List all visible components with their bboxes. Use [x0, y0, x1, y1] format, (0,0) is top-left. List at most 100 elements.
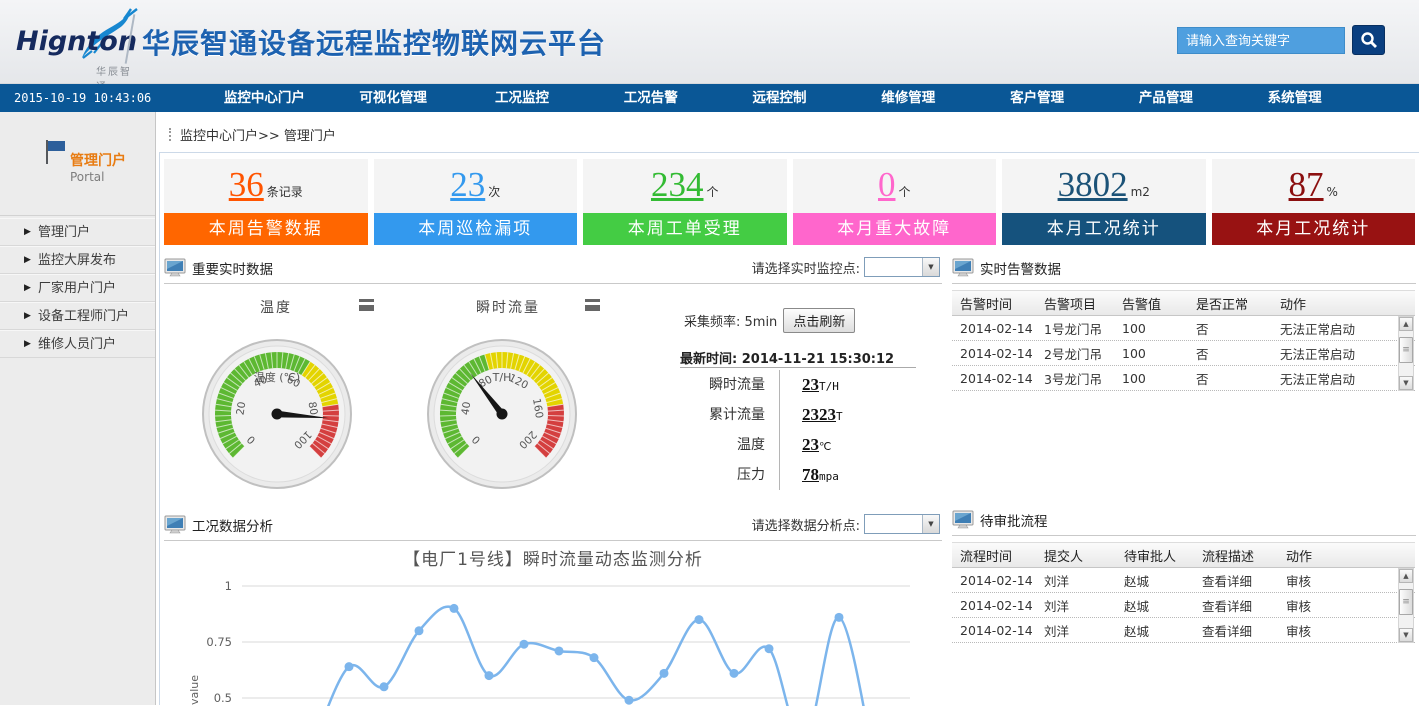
- gauge-title-temperature: 温度: [260, 297, 292, 317]
- nav-item-remote-control[interactable]: 远程控制: [715, 84, 844, 112]
- scrollbar-thumb[interactable]: ≡: [1399, 337, 1413, 363]
- sidebar-item-admin-portal[interactable]: ▶管理门户: [0, 218, 155, 246]
- stat-value-link[interactable]: 36: [229, 165, 264, 204]
- scrollbar-thumb[interactable]: ≡: [1399, 589, 1413, 615]
- stat-value-link[interactable]: 87: [1289, 165, 1324, 204]
- scroll-down-icon[interactable]: ▼: [1399, 628, 1413, 642]
- stat-label: 本月工况统计: [1002, 213, 1206, 245]
- svg-text:40: 40: [459, 401, 473, 416]
- stat-value-link[interactable]: 3802: [1058, 165, 1128, 204]
- portal-header: 管理门户 Portal: [0, 112, 155, 216]
- breadcrumb-icon: [169, 128, 173, 141]
- search-input[interactable]: [1177, 27, 1345, 54]
- stat-value-link[interactable]: 23: [450, 165, 485, 204]
- approve-link[interactable]: 审核: [1286, 596, 1415, 615]
- chevron-down-icon[interactable]: ▼: [922, 515, 939, 533]
- nav-item-condition-alarm[interactable]: 工况告警: [586, 84, 715, 112]
- caret-right-icon: ▶: [24, 275, 31, 302]
- svg-text:温度 (℃): 温度 (℃): [254, 370, 300, 384]
- approval-table-header: 流程时间提交人待审批人流程描述动作: [952, 542, 1415, 568]
- analysis-select-label: 请选择数据分析点:: [752, 515, 860, 534]
- sidebar-item-vendor-portal[interactable]: ▶厂家用户门户: [0, 274, 155, 302]
- monitor-icon: [952, 510, 974, 530]
- stat-card-monthly-failures: 0个 本月重大故障: [793, 159, 997, 245]
- sidebar: 管理门户 Portal ▶管理门户 ▶监控大屏发布 ▶厂家用户门户 ▶设备工程师…: [0, 112, 156, 705]
- approve-link[interactable]: 审核: [1286, 621, 1415, 640]
- nav-item-maintenance[interactable]: 维修管理: [844, 84, 973, 112]
- realtime-select-label: 请选择实时监控点:: [752, 258, 860, 277]
- caret-right-icon: ▶: [24, 219, 31, 246]
- svg-text:80: 80: [306, 401, 320, 416]
- view-detail-link[interactable]: 查看详细: [1202, 571, 1286, 590]
- search-button[interactable]: [1352, 25, 1385, 55]
- analysis-point-select[interactable]: ▼: [864, 514, 940, 534]
- logo-text: Hignton: [16, 26, 137, 57]
- alarm-table: 告警时间告警项目告警值是否正常动作 2014-02-141号龙门吊100否无法正…: [952, 290, 1415, 391]
- nav-item-system[interactable]: 系统管理: [1230, 84, 1359, 112]
- alarm-section-title: 实时告警数据: [980, 258, 1061, 278]
- realtime-section-title: 重要实时数据: [192, 258, 273, 278]
- nav-item-condition-monitor[interactable]: 工况监控: [458, 84, 587, 112]
- scroll-down-icon[interactable]: ▼: [1399, 376, 1413, 390]
- stat-label: 本周工单受理: [583, 213, 787, 245]
- flag-icon: [42, 138, 68, 166]
- analysis-section-title: 工况数据分析: [192, 515, 273, 535]
- main-nav: 2015-10-19 10:43:06 监控中心门户 可视化管理 工况监控 工况…: [0, 84, 1419, 112]
- stat-value-link[interactable]: 234: [651, 165, 704, 204]
- sidebar-item-repair-portal[interactable]: ▶维修人员门户: [0, 330, 155, 358]
- view-detail-link[interactable]: 查看详细: [1202, 621, 1286, 640]
- realtime-section-header: 重要实时数据 请选择实时监控点: ▼: [164, 253, 942, 284]
- approval-table-scrollbar[interactable]: ▲ ≡ ▼: [1398, 568, 1414, 643]
- stat-card-weekly-alarms: 36条记录 本周告警数据: [164, 159, 368, 245]
- portal-subtitle: Portal: [70, 170, 104, 184]
- approval-section-title: 待审批流程: [980, 510, 1048, 530]
- readings-table: 瞬时流量23T/H 累计流量2323T 温度23℃ 压力78mpa: [680, 367, 916, 490]
- stat-card-weekly-inspection: 23次 本周巡检漏项: [374, 159, 578, 245]
- portal-title: 管理门户: [70, 150, 126, 170]
- chart-title: 【电厂1号线】瞬时流量动态监测分析: [164, 545, 942, 570]
- caret-right-icon: ▶: [24, 331, 31, 358]
- sidebar-item-engineer-portal[interactable]: ▶设备工程师门户: [0, 302, 155, 330]
- monitor-icon: [164, 515, 186, 535]
- approve-link[interactable]: 审核: [1286, 571, 1415, 590]
- nav-item-visualization[interactable]: 可视化管理: [329, 84, 458, 112]
- alarm-table-row: 2014-02-142号龙门吊100否无法正常启动: [952, 341, 1415, 366]
- alarm-table-row: 2014-02-141号龙门吊100否无法正常启动: [952, 316, 1415, 341]
- scroll-up-icon[interactable]: ▲: [1399, 317, 1413, 331]
- sidebar-item-big-screen[interactable]: ▶监控大屏发布: [0, 246, 155, 274]
- stats-row: 36条记录 本周告警数据 23次 本周巡检漏项 234个 本周工单受理 0个 本…: [164, 159, 1415, 245]
- stat-card-monthly-condition-pct: 87% 本月工况统计: [1212, 159, 1416, 245]
- nav-item-monitor-center[interactable]: 监控中心门户: [200, 84, 329, 112]
- approval-section-header: 待审批流程: [952, 505, 1416, 536]
- chevron-down-icon[interactable]: ▼: [922, 258, 939, 276]
- scroll-up-icon[interactable]: ▲: [1399, 569, 1413, 583]
- alarm-table-header: 告警时间告警项目告警值是否正常动作: [952, 290, 1415, 316]
- flow-line-chart: 10.750.5value: [164, 569, 916, 710]
- svg-text:T/H: T/H: [492, 371, 512, 384]
- nav-item-products[interactable]: 产品管理: [1101, 84, 1230, 112]
- reading-row: 瞬时流量23T/H: [680, 370, 916, 400]
- stat-label: 本月重大故障: [793, 213, 997, 245]
- realtime-point-select[interactable]: ▼: [864, 257, 940, 277]
- app-header: Hignton 华辰智通 华辰智通设备远程监控物联网云平台: [0, 0, 1419, 84]
- chart-menu-icon[interactable]: [359, 299, 374, 311]
- search-icon: [1360, 31, 1378, 49]
- svg-text:value: value: [188, 675, 201, 705]
- logo: Hignton 华辰智通: [10, 6, 140, 78]
- latest-time-label: 最新时间: 2014-11-21 15:30:12: [680, 348, 894, 367]
- refresh-button[interactable]: 点击刷新: [783, 308, 855, 333]
- nav-item-customers[interactable]: 客户管理: [973, 84, 1102, 112]
- alarm-table-scrollbar[interactable]: ▲ ≡ ▼: [1398, 316, 1414, 391]
- stat-value-link[interactable]: 0: [878, 165, 896, 204]
- search-bar: [1177, 25, 1385, 55]
- view-detail-link[interactable]: 查看详细: [1202, 596, 1286, 615]
- caret-right-icon: ▶: [24, 303, 31, 330]
- approval-table: 流程时间提交人待审批人流程描述动作 2014-02-14刘洋赵城查看详细审核 2…: [952, 542, 1415, 643]
- page-title: 华辰智通设备远程监控物联网云平台: [142, 22, 606, 62]
- alarm-table-row: 2014-02-143号龙门吊100否无法正常启动: [952, 366, 1415, 391]
- reading-row: 累计流量2323T: [680, 400, 916, 430]
- chart-menu-icon[interactable]: [585, 299, 600, 311]
- breadcrumb: 监控中心门户>> 管理门户: [169, 125, 336, 144]
- approval-table-row: 2014-02-14刘洋赵城查看详细审核: [952, 618, 1415, 643]
- svg-text:0.5: 0.5: [214, 691, 232, 705]
